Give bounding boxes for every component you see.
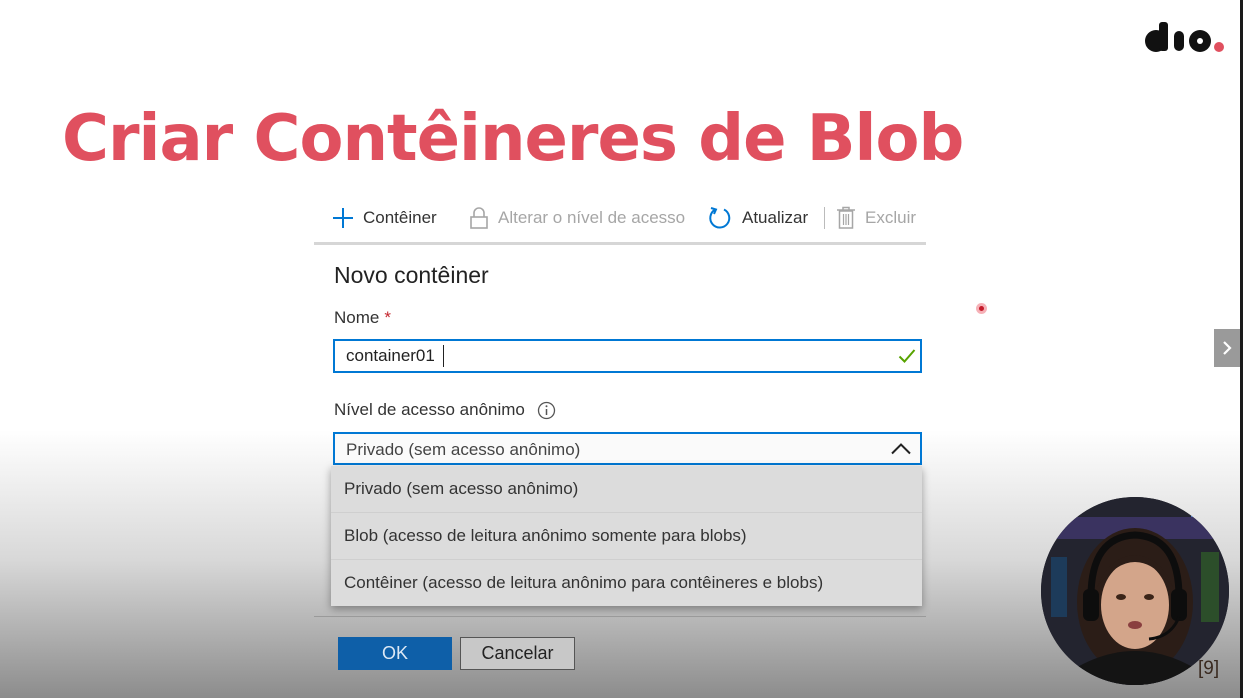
container-name-input[interactable]: container01	[333, 339, 922, 373]
add-container-button[interactable]: Contêiner	[332, 204, 437, 232]
required-marker: *	[384, 308, 391, 327]
access-option-private[interactable]: Privado (sem acesso anônimo)	[331, 466, 922, 513]
access-label-text: Nível de acesso anônimo	[334, 400, 525, 419]
info-icon[interactable]	[537, 401, 556, 420]
presenter-image	[1041, 497, 1229, 685]
chevron-right-icon	[1223, 341, 1232, 355]
checkmark-icon	[898, 349, 916, 363]
access-option-blob[interactable]: Blob (acesso de leitura anônimo somente …	[331, 513, 922, 560]
footer-divider	[314, 616, 926, 617]
plus-icon	[333, 208, 353, 228]
add-container-label: Contêiner	[363, 208, 437, 227]
chevron-up-icon	[891, 443, 911, 455]
change-access-level-button[interactable]: Alterar o nível de acesso	[469, 204, 685, 232]
cancel-button[interactable]: Cancelar	[460, 637, 575, 670]
refresh-icon	[709, 207, 731, 229]
next-slide-button[interactable]	[1214, 329, 1240, 367]
refresh-label: Atualizar	[742, 208, 809, 227]
text-cursor	[443, 345, 444, 367]
name-field-label: Nome *	[334, 308, 391, 328]
toolbar-separator	[824, 207, 825, 229]
container-name-value: container01	[346, 346, 435, 365]
change-access-label: Alterar o nível de acesso	[498, 208, 686, 227]
ok-button[interactable]: OK	[338, 637, 452, 670]
container-toolbar: Contêiner Alterar o nível de acesso Atua…	[314, 200, 926, 245]
delete-button[interactable]: Excluir	[836, 204, 916, 232]
dio-logo	[1145, 22, 1224, 52]
page-number: [9]	[1198, 658, 1220, 679]
refresh-button[interactable]: Atualizar	[707, 204, 808, 232]
access-level-selected: Privado (sem acesso anônimo)	[346, 440, 581, 459]
lock-icon	[470, 207, 488, 229]
panel-title: Novo contêiner	[334, 262, 489, 288]
access-level-label: Nível de acesso anônimo	[334, 400, 556, 420]
access-option-container[interactable]: Contêiner (acesso de leitura anônimo par…	[331, 560, 922, 606]
trash-icon	[837, 206, 855, 229]
name-label-text: Nome	[334, 308, 380, 327]
presenter-webcam	[1041, 497, 1229, 685]
delete-label: Excluir	[865, 208, 917, 227]
access-level-dropdown: Privado (sem acesso anônimo) Blob (acess…	[331, 466, 922, 606]
slide-title: Criar Contêineres de Blob	[62, 102, 964, 176]
pointer-indicator	[976, 303, 987, 314]
access-level-select[interactable]: Privado (sem acesso anônimo)	[333, 432, 922, 465]
